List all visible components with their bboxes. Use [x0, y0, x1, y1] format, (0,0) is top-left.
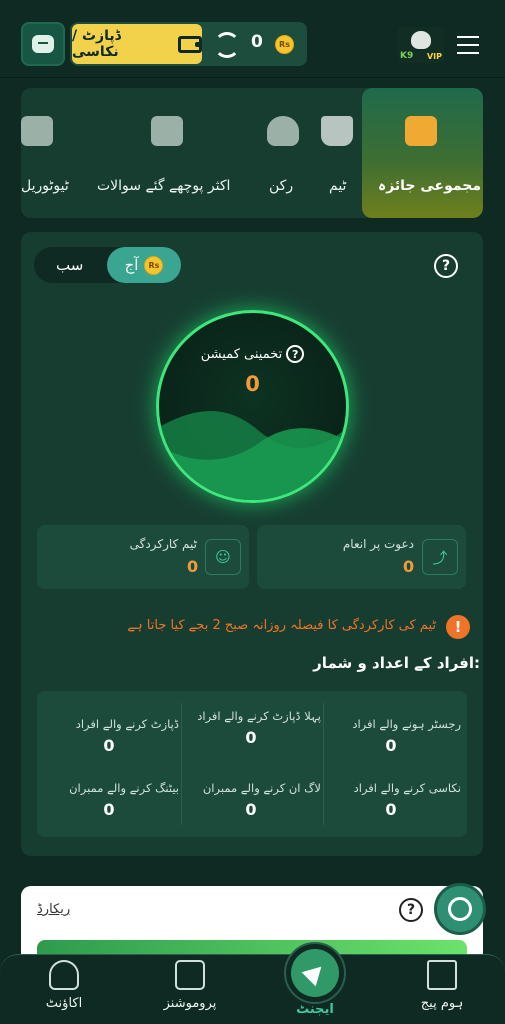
nav-account[interactable]: اکاؤنٹ: [14, 960, 114, 1011]
tiger-head-icon: [411, 31, 431, 49]
home-icon: [427, 960, 457, 990]
stat-label: لاگ ان کرنے والے ممبران: [202, 781, 321, 795]
invite-reward-label: دعوت پر انعام: [342, 537, 414, 551]
menu-icon[interactable]: [457, 36, 479, 54]
commission-help-icon[interactable]: ?: [286, 345, 305, 363]
commission-value: 0: [245, 372, 260, 396]
warning-icon: !: [446, 615, 470, 639]
overview-chart-icon: [405, 116, 437, 146]
stat-value: 0: [103, 736, 115, 755]
stat-label: نکاسی کرنے والے افراد: [353, 781, 461, 795]
account-icon: [49, 960, 79, 990]
tab-team-label: ٹیم: [329, 178, 347, 194]
tab-team[interactable]: ٹیم: [307, 88, 367, 218]
stat-value: 0: [103, 800, 115, 819]
balance-value: 0: [251, 32, 263, 52]
tab-member[interactable]: رکن: [253, 88, 313, 218]
brand-logo[interactable]: K9 VIP: [398, 27, 444, 63]
commission-title-row: تخمینی کمیشن ?: [156, 345, 349, 363]
deposit-withdraw-label: ڈپازٹ / نکاسی: [72, 28, 121, 60]
chat-button[interactable]: [21, 22, 65, 66]
tutorial-icon: [21, 116, 53, 146]
stat-depositors: ڈپازٹ کرنے والے افراد 0: [39, 717, 179, 755]
wave-graphic: [159, 411, 346, 500]
stat-logged-in: لاگ ان کرنے والے ممبران 0: [181, 781, 321, 819]
stat-label: ڈپازٹ کرنے والے افراد: [75, 717, 179, 731]
stat-value: 0: [385, 736, 397, 755]
stat-value: 0: [385, 800, 397, 819]
nav-promotions-label: پروموشنز: [163, 996, 217, 1011]
team-performance-label: ٹیم کارکردگی: [129, 537, 197, 551]
tab-bar: مجموعی جائزہ ٹیم رکن اکثر پوچھے گئے سوال…: [21, 88, 483, 218]
period-all[interactable]: سب: [56, 256, 83, 274]
refresh-icon[interactable]: [214, 32, 240, 58]
headset-icon: [448, 897, 472, 921]
nav-home-label: ہوم پیج: [420, 996, 464, 1011]
faq-icon: [151, 116, 183, 146]
nav-agent[interactable]: [291, 949, 339, 997]
wallet-icon: [178, 35, 202, 53]
nav-account-label: اکاؤنٹ: [45, 996, 83, 1011]
settlement-notice: ٹیم کی کارکردگی کا فیصلہ روزانہ صبح 2 بج…: [127, 618, 436, 633]
customer-support-button[interactable]: [434, 883, 486, 935]
gift-icon: [175, 960, 205, 990]
members-icon: [267, 116, 299, 146]
logo-text-right: VIP: [426, 52, 442, 61]
invite-reward-value: 0: [403, 557, 415, 576]
deposit-withdraw-button[interactable]: ڈپازٹ / نکاسی: [72, 24, 202, 64]
stats-title: افراد کے اعداد و شمار:: [313, 654, 480, 672]
team-performance-card[interactable]: ٹیم کارکردگی 0 ☺: [37, 525, 249, 589]
stat-label: رجسٹر ہونے والے افراد: [352, 717, 461, 731]
tab-faq[interactable]: اکثر پوچھے گئے سوالات: [93, 88, 243, 218]
currency-coin-icon: Rs: [275, 35, 294, 54]
chat-icon: [32, 35, 54, 53]
nav-home[interactable]: ہوم پیج: [392, 960, 492, 1011]
records-link[interactable]: ریکارڈ: [37, 902, 70, 917]
commission-orb: [156, 310, 349, 503]
crown-icon: [321, 116, 353, 146]
help-icon[interactable]: ?: [434, 254, 458, 278]
invite-reward-card[interactable]: دعوت پر انعام 0 ⤴: [257, 525, 466, 589]
coin-icon: Rs: [144, 255, 164, 275]
tab-tutorial-label: ٹیوٹوریل: [21, 178, 69, 194]
user-icon: ☺: [205, 539, 241, 575]
tab-overview[interactable]: مجموعی جائزہ: [362, 88, 483, 218]
stat-label: پہلا ڈپازٹ کرنے والے افراد: [197, 709, 321, 723]
nav-promotions[interactable]: پروموشنز: [140, 960, 240, 1011]
nav-agent-label: ایجنٹ: [296, 1002, 334, 1017]
logo-text-left: K9: [400, 51, 414, 61]
stat-registered: رجسٹر ہونے والے افراد 0: [321, 717, 461, 755]
stat-value: 0: [245, 728, 257, 747]
period-today[interactable]: آج Rs: [107, 247, 181, 283]
records-help-icon[interactable]: ?: [399, 898, 423, 922]
paper-plane-icon: [301, 959, 329, 987]
stat-value: 0: [245, 800, 257, 819]
period-today-label: آج: [124, 256, 139, 274]
tab-tutorial[interactable]: ٹیوٹوریل: [21, 88, 71, 218]
tab-overview-label: مجموعی جائزہ: [378, 178, 482, 194]
stat-label: بیٹنگ کرنے والے ممبران: [69, 781, 179, 795]
tab-member-label: رکن: [269, 178, 294, 194]
team-performance-value: 0: [187, 557, 199, 576]
stat-first-deposit: پہلا ڈپازٹ کرنے والے افراد 0: [181, 709, 321, 747]
share-icon: ⤴: [422, 539, 458, 575]
commission-title: تخمینی کمیشن: [200, 346, 283, 362]
stats-card: رجسٹر ہونے والے افراد 0 پہلا ڈپازٹ کرنے …: [37, 691, 467, 837]
stat-betting: بیٹنگ کرنے والے ممبران 0: [39, 781, 179, 819]
stat-withdrawers: نکاسی کرنے والے افراد 0: [321, 781, 461, 819]
tab-faq-label: اکثر پوچھے گئے سوالات: [97, 178, 231, 194]
